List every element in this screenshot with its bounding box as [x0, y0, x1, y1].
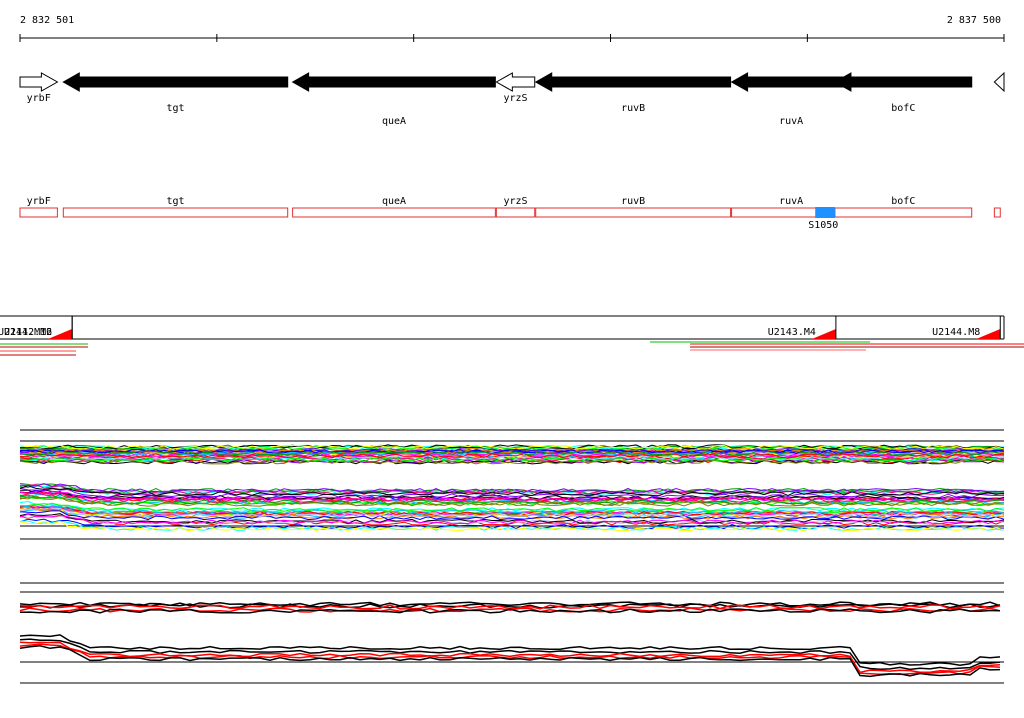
annotation-queA[interactable]: queA [292, 196, 496, 218]
gene-bofC[interactable]: bofC [833, 72, 973, 114]
gene-arrow[interactable] [19, 72, 59, 92]
highlight-region[interactable] [815, 207, 835, 218]
gene-ruvA[interactable]: ruvA [730, 72, 852, 127]
ruler-end-label: 2 837 500 [947, 15, 1001, 26]
gene-label: yrzS [503, 93, 527, 104]
annotation-label: queA [382, 196, 406, 207]
gene-arrow[interactable] [495, 72, 536, 92]
annotation-box[interactable] [993, 207, 1001, 218]
gene-yrzS[interactable]: yrzS [495, 72, 536, 104]
annotation-partial[interactable] [993, 207, 1001, 218]
annotation-box[interactable] [19, 207, 58, 218]
annotation-bofC[interactable]: bofC [834, 196, 973, 218]
gene-arrow[interactable] [534, 72, 732, 92]
gene-label: ruvB [621, 103, 645, 114]
annotation-label: ruvA [779, 196, 803, 207]
annotation-label: ruvB [621, 196, 645, 207]
tu-coverage-lines [0, 341, 1024, 356]
ruler-start-label: 2 832 501 [20, 15, 74, 26]
gene-partial[interactable] [993, 71, 1005, 93]
annotation-label: yrzS [503, 196, 527, 207]
tu-u2144-m8[interactable]: U2144.M8 [932, 316, 1001, 339]
annotation-box[interactable] [62, 207, 289, 218]
gene-arrow[interactable] [833, 72, 973, 92]
gene-tgt[interactable]: tgt [62, 72, 289, 114]
expression-profiles-summary [19, 582, 1004, 684]
gene-label: tgt [166, 103, 184, 114]
gene-label: ruvA [779, 116, 803, 127]
tu-label: U2144.M8 [932, 327, 980, 338]
annotation-box[interactable] [834, 207, 973, 218]
genome-canvas: 2 832 501 2 837 500 yrbF tgt queA yrzS ruvB r… [0, 15, 1024, 684]
expression-profiles-multicolor [19, 429, 1005, 540]
gene-queA[interactable]: queA [291, 72, 496, 127]
annotation-box[interactable] [535, 207, 732, 218]
gene-ruvB[interactable]: ruvB [534, 72, 732, 114]
gene-yrbF[interactable]: yrbF [19, 72, 59, 104]
tu-label: U2143.M4 [768, 327, 816, 338]
annotation-ruvB[interactable]: ruvB [535, 196, 732, 218]
annotation-label: bofC [891, 196, 915, 207]
annotation-track: yrbF tgt queA yrzS ruvB ruvA bofC S1050 [19, 196, 1001, 231]
genome-browser-view: 2 832 501 2 837 500 yrbF tgt queA yrzS ruvB r… [0, 0, 1024, 714]
gene-arrow[interactable] [993, 71, 1005, 93]
tu-u2142-m2[interactable]: U2142.M2 [4, 316, 73, 339]
gene-arrow[interactable] [62, 72, 289, 92]
gene-track: yrbF tgt queA yrzS ruvB ruvA bofC [19, 71, 1005, 127]
gene-label: bofC [891, 103, 915, 114]
annotation-tgt[interactable]: tgt [62, 196, 289, 218]
gene-label: queA [382, 116, 406, 127]
annotation-box[interactable] [292, 207, 496, 218]
highlight-label: S1050 [808, 220, 838, 231]
annotation-box[interactable] [495, 207, 536, 218]
annotation-label: tgt [166, 196, 184, 207]
annotation-yrzS[interactable]: yrzS [495, 196, 536, 218]
gene-arrow[interactable] [730, 72, 852, 92]
gene-label: yrbF [27, 93, 51, 104]
tu-label: U2142.M2 [4, 327, 52, 338]
annotation-yrbF[interactable]: yrbF [19, 196, 58, 218]
tu-u2143-m4[interactable]: U2143.M4 [768, 316, 837, 339]
gene-arrow[interactable] [291, 72, 496, 92]
annotation-label: yrbF [27, 196, 51, 207]
coordinate-ruler: 2 832 501 2 837 500 [19, 15, 1005, 42]
transcription-unit-track: U2141.M16U2142.M2 U2143.M4 U2144.M8 [0, 315, 1024, 356]
